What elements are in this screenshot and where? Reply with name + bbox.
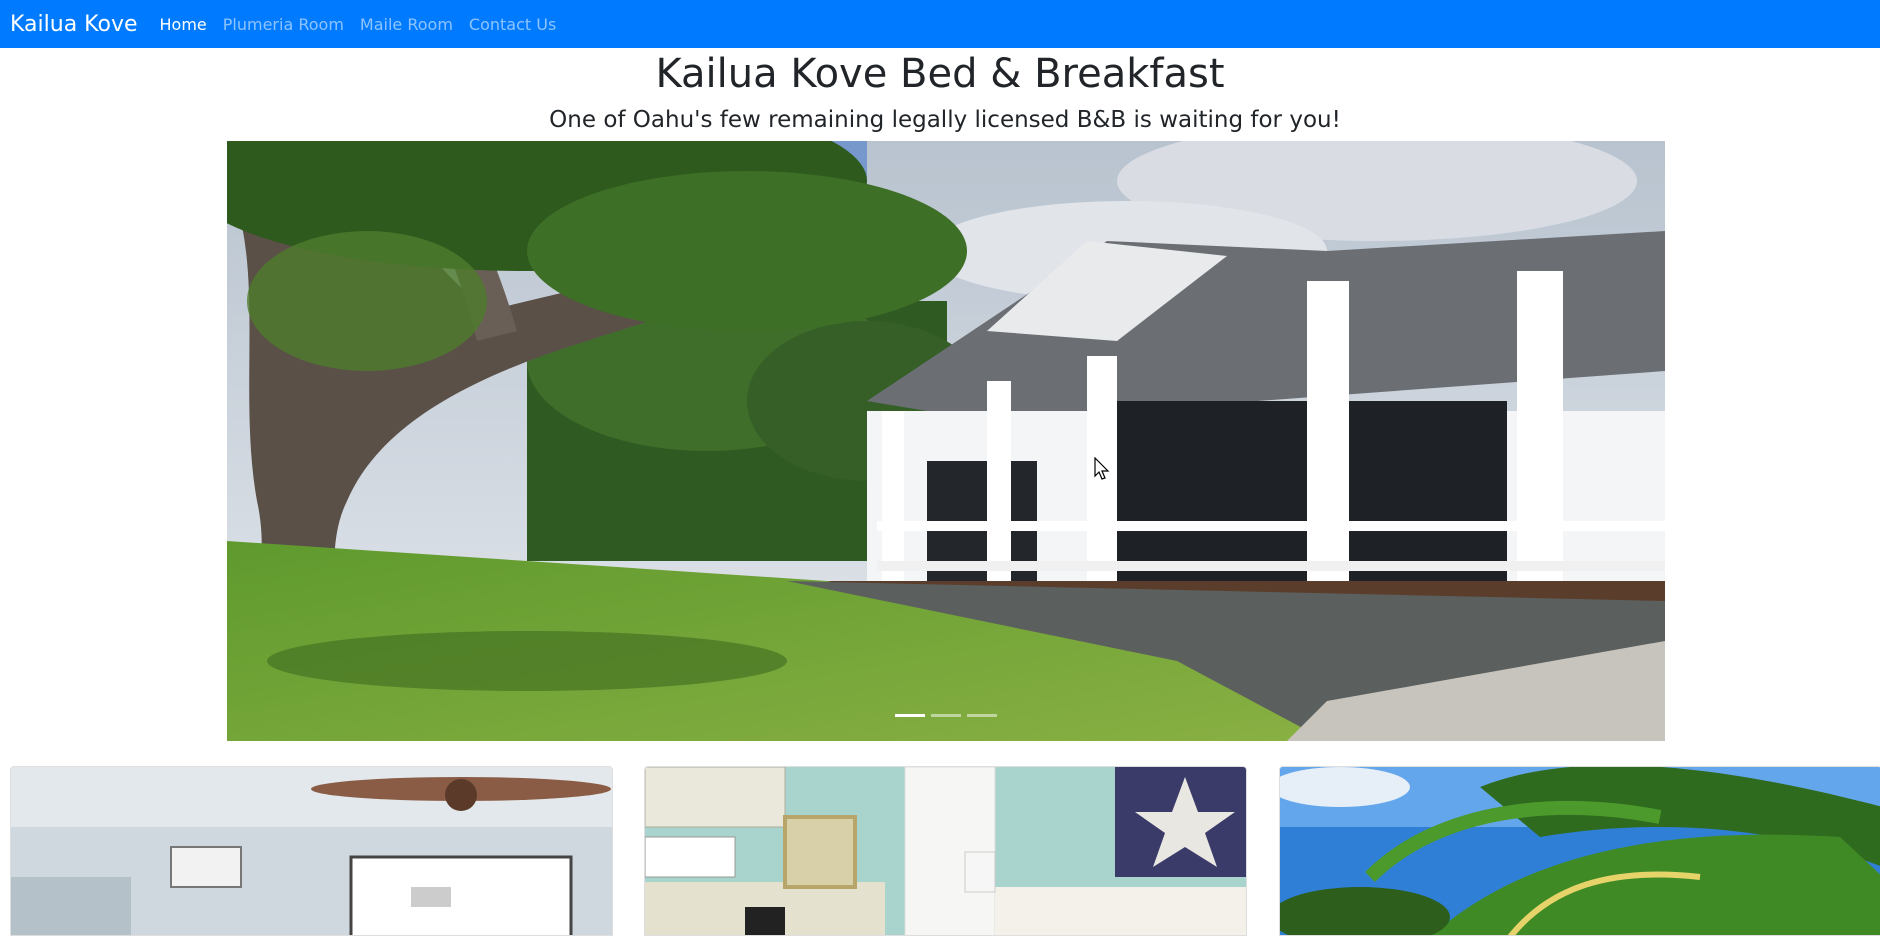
- palm-tree-photo: [1280, 767, 1880, 935]
- brand-link[interactable]: Kailua Kove: [10, 12, 138, 37]
- nav-link-contact-us[interactable]: Contact Us: [469, 15, 556, 34]
- navbar: Kailua Kove Home Plumeria Room Maile Roo…: [0, 0, 1880, 48]
- carousel-indicator-1[interactable]: [895, 714, 925, 717]
- house-photo: [227, 141, 1665, 741]
- kitchenette-room-photo: [645, 767, 1246, 935]
- mouse-cursor-icon: [1094, 457, 1110, 480]
- nav-link-plumeria-room[interactable]: Plumeria Room: [223, 15, 344, 34]
- carousel-indicators: [227, 714, 1665, 717]
- room-card-1[interactable]: [10, 766, 613, 936]
- living-room-photo: [11, 767, 612, 935]
- nav-link-maile-room[interactable]: Maile Room: [360, 15, 453, 34]
- room-card-3[interactable]: [1279, 766, 1880, 936]
- hero-carousel[interactable]: [227, 141, 1665, 741]
- carousel-indicator-2[interactable]: [931, 714, 961, 717]
- room-card-2[interactable]: [644, 766, 1247, 936]
- carousel-indicator-3[interactable]: [967, 714, 997, 717]
- page-subtitle: One of Oahu's few remaining legally lice…: [549, 107, 1341, 133]
- nav-link-home[interactable]: Home: [160, 15, 207, 34]
- page-title: Kailua Kove Bed & Breakfast: [655, 51, 1225, 97]
